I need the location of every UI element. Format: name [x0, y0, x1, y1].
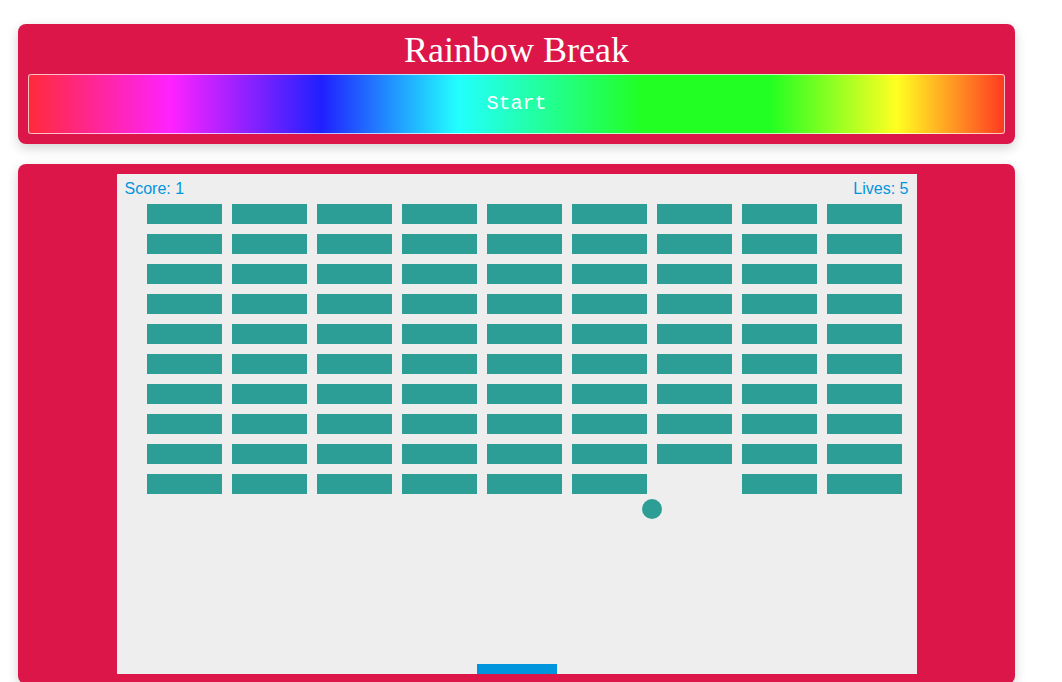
- brick: [487, 264, 562, 284]
- brick: [657, 234, 732, 254]
- brick: [827, 234, 902, 254]
- brick: [147, 474, 222, 494]
- brick: [317, 354, 392, 374]
- brick: [147, 414, 222, 434]
- brick: [402, 474, 477, 494]
- brick: [317, 294, 392, 314]
- brick: [317, 414, 392, 434]
- brick: [572, 264, 647, 284]
- brick: [147, 384, 222, 404]
- brick: [317, 444, 392, 464]
- brick: [487, 234, 562, 254]
- brick: [827, 444, 902, 464]
- brick: [827, 474, 902, 494]
- brick: [827, 354, 902, 374]
- brick: [572, 204, 647, 224]
- brick: [657, 204, 732, 224]
- brick: [742, 414, 817, 434]
- brick: [742, 474, 817, 494]
- lives-label: Lives: 5: [853, 179, 908, 199]
- brick: [232, 204, 307, 224]
- brick: [317, 204, 392, 224]
- brick: [317, 324, 392, 344]
- brick: [572, 414, 647, 434]
- brick: [147, 264, 222, 284]
- brick: [147, 444, 222, 464]
- brick: [147, 324, 222, 344]
- brick: [742, 324, 817, 344]
- brick: [402, 204, 477, 224]
- brick: [742, 234, 817, 254]
- brick: [402, 234, 477, 254]
- brick: [657, 444, 732, 464]
- brick: [147, 234, 222, 254]
- brick: [402, 444, 477, 464]
- brick: [487, 474, 562, 494]
- brick: [827, 384, 902, 404]
- game-title: Rainbow Break: [28, 28, 1005, 72]
- brick: [487, 354, 562, 374]
- score-label: Score: 1: [125, 179, 185, 199]
- brick: [742, 384, 817, 404]
- brick: [232, 234, 307, 254]
- brick: [572, 384, 647, 404]
- brick: [572, 234, 647, 254]
- brick: [487, 204, 562, 224]
- brick: [657, 294, 732, 314]
- brick: [232, 444, 307, 464]
- brick: [317, 264, 392, 284]
- brick: [742, 294, 817, 314]
- brick: [317, 234, 392, 254]
- brick: [657, 324, 732, 344]
- brick: [827, 264, 902, 284]
- brick: [402, 294, 477, 314]
- brick: [742, 264, 817, 284]
- brick: [317, 384, 392, 404]
- brick: [572, 444, 647, 464]
- header-panel: Rainbow Break Start: [18, 24, 1015, 144]
- brick: [827, 294, 902, 314]
- brick: [572, 324, 647, 344]
- brick: [657, 384, 732, 404]
- brick: [232, 264, 307, 284]
- brick: [657, 264, 732, 284]
- brick: [402, 324, 477, 344]
- brick: [487, 384, 562, 404]
- brick: [827, 324, 902, 344]
- start-button[interactable]: Start: [28, 74, 1005, 134]
- brick: [232, 324, 307, 344]
- brick: [572, 474, 647, 494]
- brick: [487, 294, 562, 314]
- brick: [487, 444, 562, 464]
- brick: [147, 354, 222, 374]
- brick: [572, 294, 647, 314]
- game-canvas[interactable]: Score: 1 Lives: 5: [117, 174, 917, 674]
- brick: [572, 354, 647, 374]
- brick: [827, 204, 902, 224]
- brick: [147, 294, 222, 314]
- brick: [147, 204, 222, 224]
- brick: [232, 294, 307, 314]
- brick: [742, 204, 817, 224]
- brick: [402, 414, 477, 434]
- brick: [487, 414, 562, 434]
- brick: [657, 354, 732, 374]
- ball: [642, 499, 662, 519]
- brick: [742, 354, 817, 374]
- brick: [827, 414, 902, 434]
- brick: [742, 444, 817, 464]
- brick: [232, 384, 307, 404]
- paddle[interactable]: [477, 664, 557, 674]
- brick: [657, 414, 732, 434]
- brick-wall: [147, 204, 917, 494]
- brick: [317, 474, 392, 494]
- brick: [402, 354, 477, 374]
- brick: [402, 264, 477, 284]
- brick: [402, 384, 477, 404]
- game-panel: Score: 1 Lives: 5: [18, 164, 1015, 682]
- brick: [487, 324, 562, 344]
- brick: [232, 354, 307, 374]
- brick: [232, 474, 307, 494]
- brick: [232, 414, 307, 434]
